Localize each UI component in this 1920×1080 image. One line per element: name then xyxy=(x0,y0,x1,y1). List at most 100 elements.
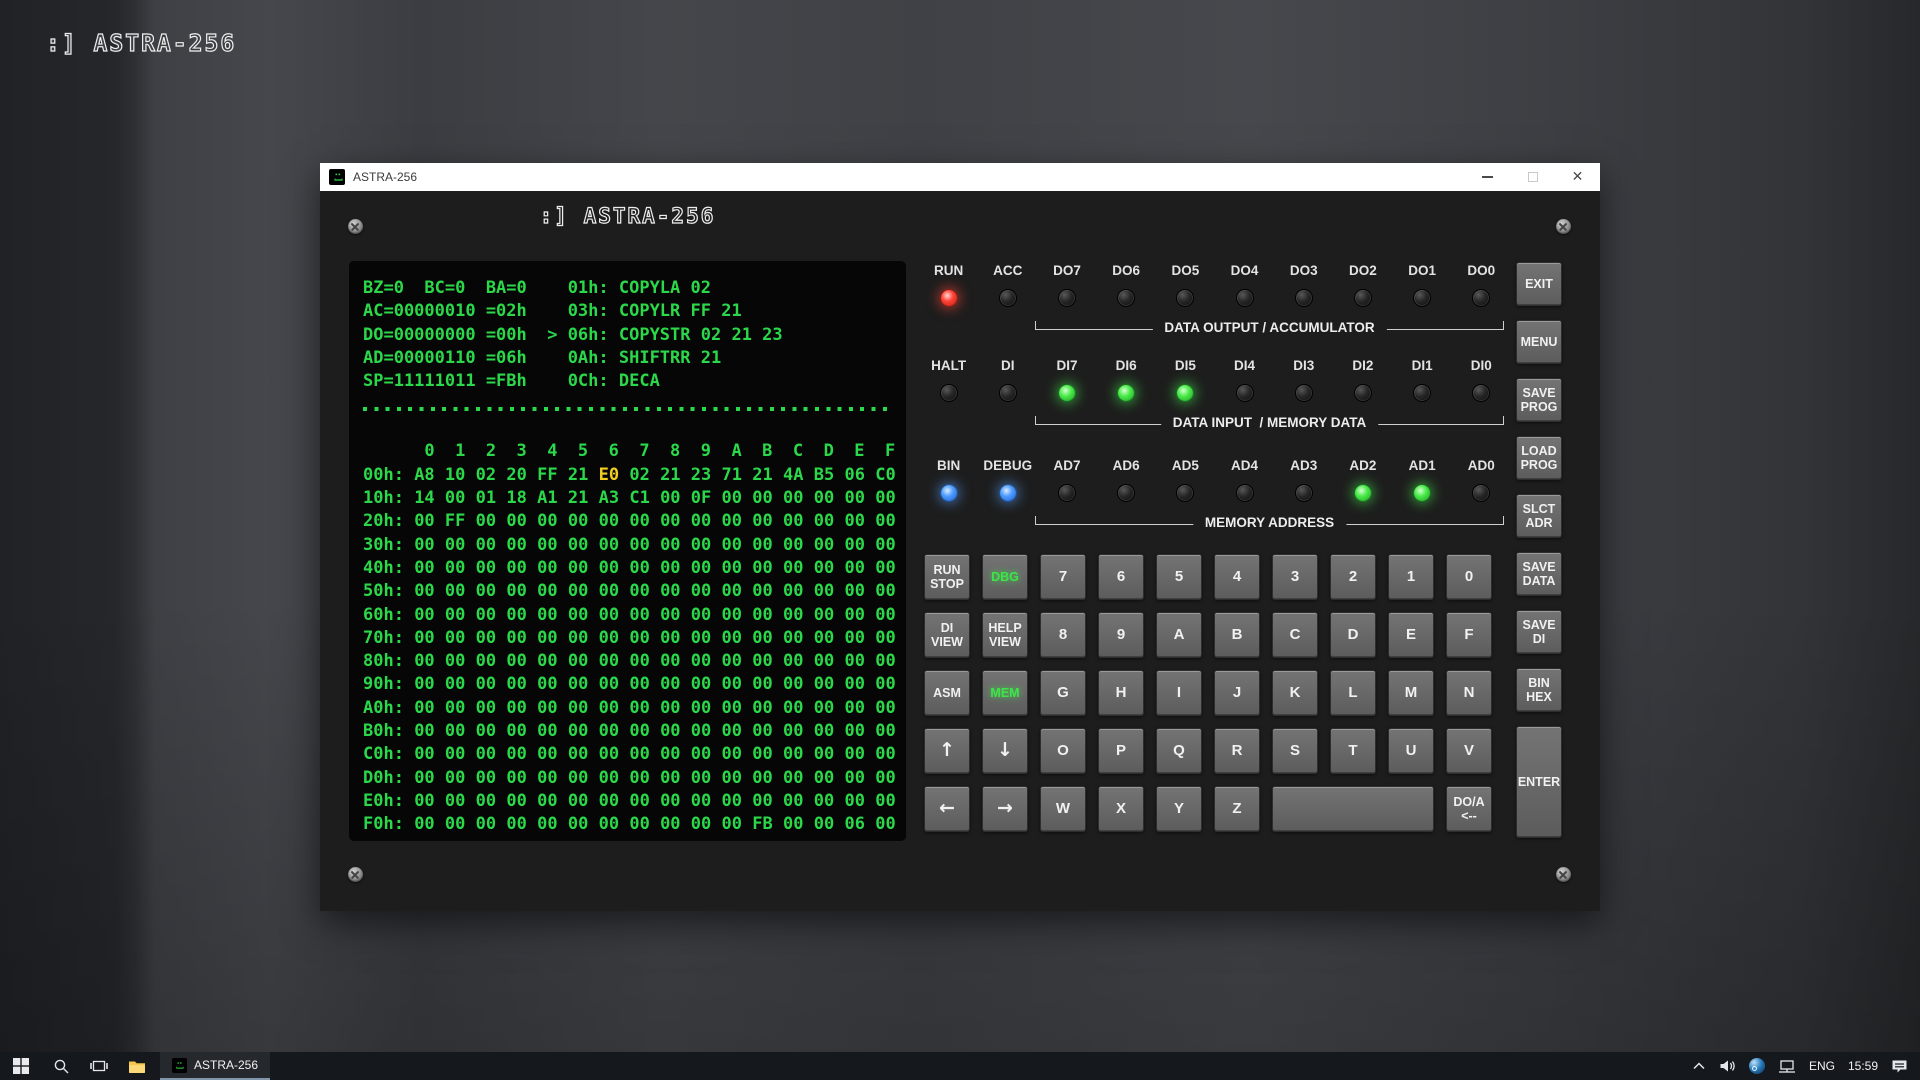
memory-byte: 00 xyxy=(506,605,526,625)
network-icon xyxy=(1778,1059,1796,1074)
key-l[interactable]: L xyxy=(1330,670,1376,716)
key-up[interactable]: ↑ xyxy=(924,728,970,774)
start-button[interactable] xyxy=(0,1052,42,1080)
memory-byte: 00 xyxy=(599,721,619,741)
file-explorer-button[interactable] xyxy=(118,1052,156,1080)
key-right[interactable]: → xyxy=(982,786,1028,832)
key-6[interactable]: 6 xyxy=(1098,554,1144,600)
memory-byte: 00 xyxy=(599,605,619,625)
memory-byte: 00 xyxy=(476,791,496,811)
led-label: DI4 xyxy=(1234,357,1255,374)
memory-byte: 00 xyxy=(629,511,649,531)
key-b[interactable]: B xyxy=(1214,612,1260,658)
clock[interactable]: 15:59 xyxy=(1848,1059,1878,1073)
btn-bin-hex[interactable]: BIN HEX xyxy=(1516,668,1562,712)
key-blank[interactable] xyxy=(1272,786,1434,832)
memory-byte: 00 xyxy=(844,488,864,508)
memory-byte: 00 xyxy=(414,558,434,578)
language-indicator[interactable]: ENG xyxy=(1809,1059,1835,1073)
key-g[interactable]: G xyxy=(1040,670,1086,716)
key-run-stop[interactable]: RUN STOP xyxy=(924,554,970,600)
key-3[interactable]: 3 xyxy=(1272,554,1318,600)
network-button[interactable] xyxy=(1778,1059,1796,1074)
led-do1-light xyxy=(1414,290,1430,306)
memory-byte: 00 xyxy=(722,698,742,718)
key-down[interactable]: ↓ xyxy=(982,728,1028,774)
btn-menu[interactable]: MENU xyxy=(1516,320,1562,364)
key-do-a[interactable]: DO/A <-- xyxy=(1446,786,1492,832)
key-f[interactable]: F xyxy=(1446,612,1492,658)
key-dbg[interactable]: DBG xyxy=(982,554,1028,600)
key-a[interactable]: A xyxy=(1156,612,1202,658)
led-label: DI2 xyxy=(1352,357,1373,374)
key-h[interactable]: H xyxy=(1098,670,1144,716)
btn-save-prog[interactable]: SAVE PROG xyxy=(1516,378,1562,422)
task-view-button[interactable] xyxy=(80,1052,118,1080)
search-button[interactable] xyxy=(42,1052,80,1080)
key-4[interactable]: 4 xyxy=(1214,554,1260,600)
memory-byte: 00 xyxy=(783,605,803,625)
btn-save-data[interactable]: SAVE DATA xyxy=(1516,552,1562,596)
btn-load-prog[interactable]: LOAD PROG xyxy=(1516,436,1562,480)
key-2[interactable]: 2 xyxy=(1330,554,1376,600)
memory-byte: 00 xyxy=(476,535,496,555)
memory-dump-row: B0h: 00 00 00 00 00 00 00 00 00 00 00 00… xyxy=(363,720,906,743)
memory-byte: 00 xyxy=(814,605,834,625)
btn-enter[interactable]: ENTER xyxy=(1516,726,1562,838)
memory-byte: 00 xyxy=(568,744,588,764)
key-s[interactable]: S xyxy=(1272,728,1318,774)
key-0[interactable]: 0 xyxy=(1446,554,1492,600)
astra-256-window: :] ASTRA-256 ✕ :] ASTRA-256 BZ=0 BC=0 BA… xyxy=(320,163,1600,911)
key-left[interactable]: ← xyxy=(924,786,970,832)
key-5[interactable]: 5 xyxy=(1156,554,1202,600)
btn-save-di[interactable]: SAVE DI xyxy=(1516,610,1562,654)
led-di3: DI3 xyxy=(1274,352,1333,401)
led-label: DEBUG xyxy=(983,457,1032,474)
volume-button[interactable] xyxy=(1719,1059,1736,1073)
key-i[interactable]: I xyxy=(1156,670,1202,716)
key-d[interactable]: D xyxy=(1330,612,1376,658)
key-7[interactable]: 7 xyxy=(1040,554,1086,600)
memory-byte: 00 xyxy=(844,674,864,694)
key-z[interactable]: Z xyxy=(1214,786,1260,832)
memory-byte: 00 xyxy=(814,721,834,741)
steam-tray-button[interactable] xyxy=(1749,1058,1765,1074)
led-do7: DO7 xyxy=(1037,257,1096,306)
memory-byte: 00 xyxy=(629,768,649,788)
led-label: AD6 xyxy=(1113,457,1140,474)
key-8[interactable]: 8 xyxy=(1040,612,1086,658)
memory-byte: 00 xyxy=(752,511,772,531)
key-x[interactable]: X xyxy=(1098,786,1144,832)
key-t[interactable]: T xyxy=(1330,728,1376,774)
key-m[interactable]: M xyxy=(1388,670,1434,716)
key-v[interactable]: V xyxy=(1446,728,1492,774)
key-k[interactable]: K xyxy=(1272,670,1318,716)
key-help-view[interactable]: HELP VIEW xyxy=(982,612,1028,658)
btn-slct-adr[interactable]: SLCT ADR xyxy=(1516,494,1562,538)
key-j[interactable]: J xyxy=(1214,670,1260,716)
led-ad6-light xyxy=(1118,485,1134,501)
key-q[interactable]: Q xyxy=(1156,728,1202,774)
memory-byte: 00 xyxy=(814,791,834,811)
taskbar-app-astra-256[interactable]: :] ASTRA-256 xyxy=(160,1052,270,1080)
key-e[interactable]: E xyxy=(1388,612,1434,658)
key-di-view[interactable]: DI VIEW xyxy=(924,612,970,658)
notification-center-button[interactable] xyxy=(1891,1059,1908,1074)
btn-exit[interactable]: EXIT xyxy=(1516,262,1562,306)
key-9[interactable]: 9 xyxy=(1098,612,1144,658)
key-w[interactable]: W xyxy=(1040,786,1086,832)
key-y[interactable]: Y xyxy=(1156,786,1202,832)
key-o[interactable]: O xyxy=(1040,728,1086,774)
close-button[interactable]: ✕ xyxy=(1555,163,1600,191)
key-mem[interactable]: MEM xyxy=(982,670,1028,716)
key-c[interactable]: C xyxy=(1272,612,1318,658)
key-u[interactable]: U xyxy=(1388,728,1434,774)
key-r[interactable]: R xyxy=(1214,728,1260,774)
tray-expand-button[interactable] xyxy=(1692,1061,1706,1071)
led-di7: DI7 xyxy=(1037,352,1096,401)
key-1[interactable]: 1 xyxy=(1388,554,1434,600)
memory-byte: 18 xyxy=(506,488,526,508)
key-n[interactable]: N xyxy=(1446,670,1492,716)
key-p[interactable]: P xyxy=(1098,728,1144,774)
key-asm[interactable]: ASM xyxy=(924,670,970,716)
